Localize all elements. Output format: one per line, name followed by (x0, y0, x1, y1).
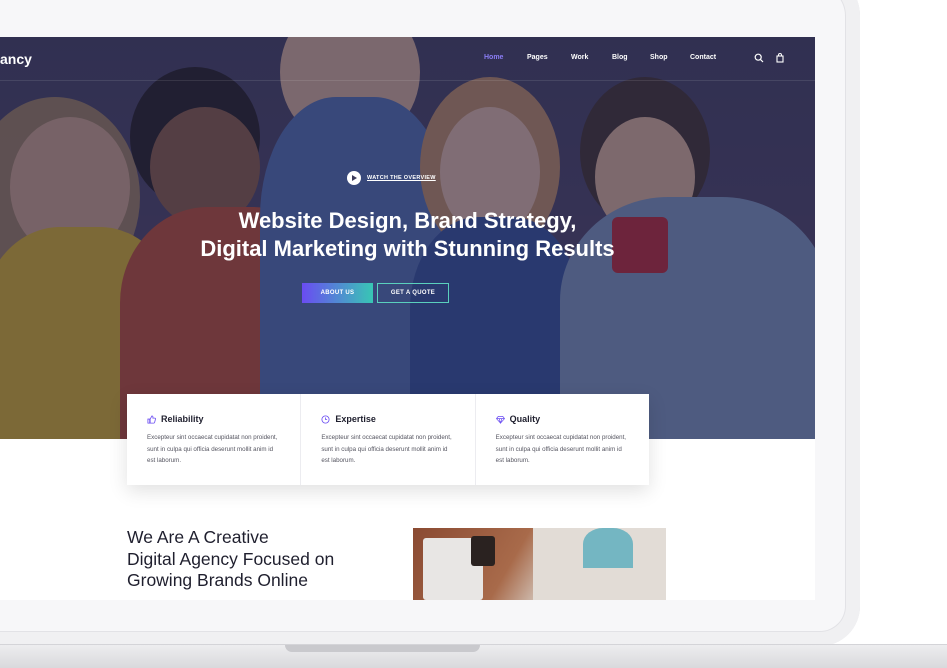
about-heading-line-1: We Are A Creative (127, 527, 269, 547)
feature-title: Expertise (335, 414, 376, 424)
laptop-hinge-notch (285, 645, 480, 652)
cart-icon[interactable] (775, 53, 785, 63)
feature-description: Excepteur sint occaecat cupidatat non pr… (495, 434, 627, 464)
site-logo[interactable]: ancy (0, 51, 32, 67)
feature-reliability: Reliability Excepteur sint occaecat cupi… (127, 394, 300, 485)
feature-expertise: Expertise Excepteur sint occaecat cupida… (300, 394, 474, 485)
nav-link-shop[interactable]: Shop (650, 54, 668, 61)
hero-headline-line-2: Digital Marketing with Stunning Results (200, 236, 615, 261)
play-icon[interactable] (347, 171, 361, 185)
about-heading-line-2: Digital Agency Focused on (127, 548, 335, 569)
top-navigation: ancy Home Pages Work Blog Shop Contact (0, 37, 815, 81)
nav-link-home[interactable]: Home (484, 54, 503, 61)
get-a-quote-button[interactable]: GET A QUOTE (377, 283, 449, 303)
clock-icon (321, 414, 330, 424)
hero-headline-line-1: Website Design, Brand Strategy, (238, 208, 577, 233)
hero-headline: Website Design, Brand Strategy, Digital … (120, 207, 695, 263)
photo-person-shirt (583, 528, 633, 568)
thumbs-up-icon (147, 414, 156, 424)
diamond-icon (495, 415, 505, 424)
nav-link-pages[interactable]: Pages (527, 54, 548, 61)
features-card: Reliability Excepteur sint occaecat cupi… (127, 394, 649, 485)
watch-overview-link[interactable]: WATCH THE OVERVIEW (347, 171, 436, 185)
feature-description: Excepteur sint occaecat cupidatat non pr… (147, 434, 278, 464)
website-screen: ancy Home Pages Work Blog Shop Contact W… (0, 37, 815, 600)
nav-link-blog[interactable]: Blog (612, 54, 628, 61)
feature-title: Reliability (161, 414, 204, 424)
about-us-button[interactable]: ABOUT US (302, 283, 373, 303)
feature-description: Excepteur sint occaecat cupidatat non pr… (321, 434, 452, 464)
photo-coffee-cup (471, 536, 495, 566)
watch-overview-label[interactable]: WATCH THE OVERVIEW (367, 175, 436, 181)
laptop-base (0, 644, 947, 668)
search-icon[interactable] (754, 53, 764, 63)
about-heading-line-3: Growing Brands Online (127, 570, 308, 590)
nav-link-work[interactable]: Work (571, 54, 588, 61)
about-photo (413, 528, 666, 600)
feature-title: Quality (509, 414, 541, 424)
about-heading: We Are A Creative Digital Agency Focused… (127, 527, 334, 592)
hero-section: ancy Home Pages Work Blog Shop Contact W… (0, 37, 815, 439)
nav-link-contact[interactable]: Contact (690, 54, 716, 61)
feature-quality: Quality Excepteur sint occaecat cupidata… (474, 394, 649, 485)
